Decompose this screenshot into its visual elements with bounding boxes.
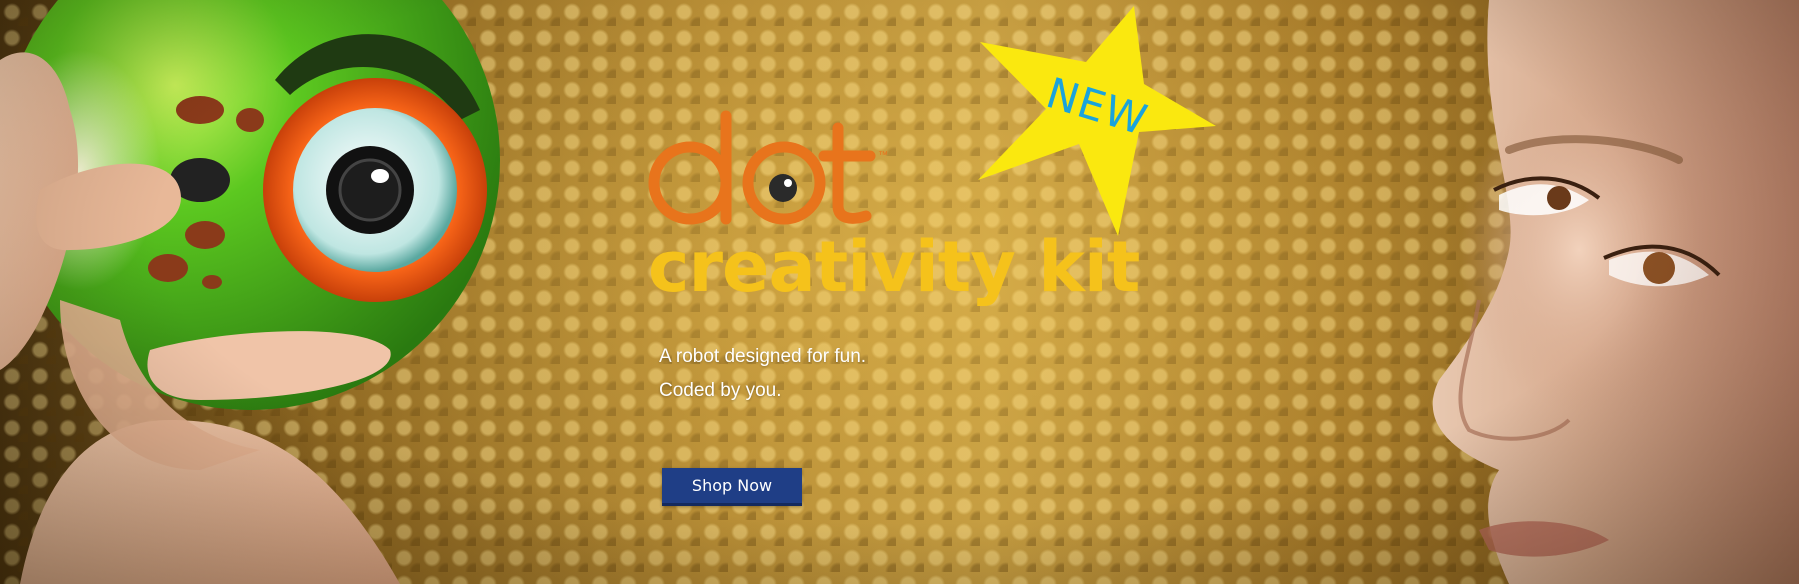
dot-logo (648, 110, 876, 225)
tagline: A robot designed for fun. Coded by you. (659, 340, 866, 408)
trademark-symbol: ™ (878, 150, 888, 161)
tagline-line-2: Coded by you. (659, 380, 782, 401)
kit-name-heading: creativity kit (648, 226, 1140, 308)
tagline-line-1: A robot designed for fun. (659, 346, 867, 367)
shop-now-button[interactable]: Shop Now (662, 468, 802, 506)
hero-banner[interactable]: dot ™ creativity kit A robot designed fo… (0, 0, 1799, 584)
